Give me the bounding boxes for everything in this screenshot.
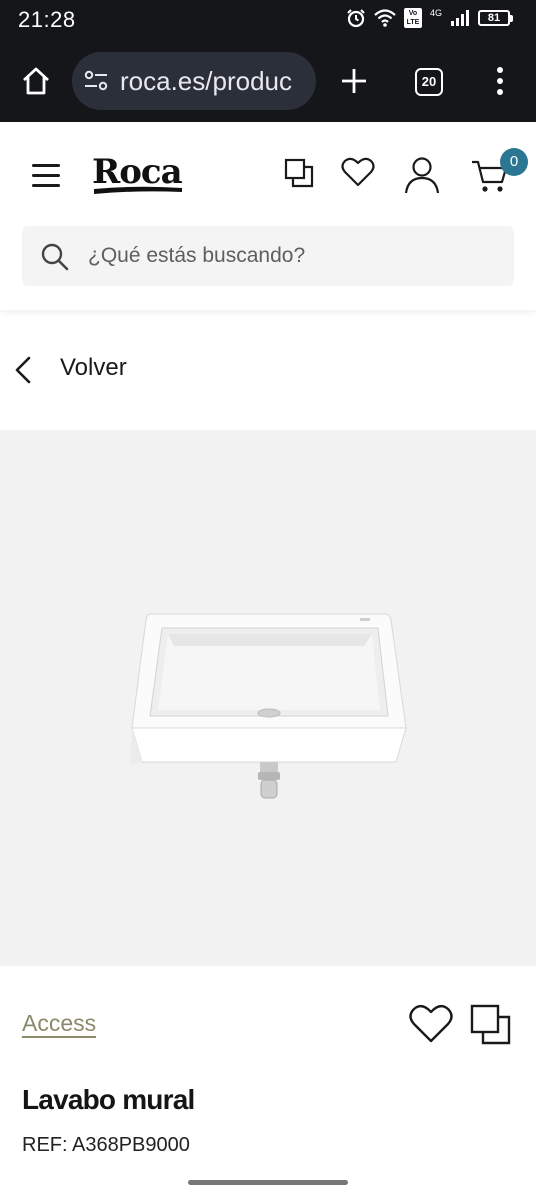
wifi-icon [374, 9, 396, 27]
status-bar: 21:28 Vo LTE 4G 81 [0, 0, 536, 42]
product-reference: REF: A368PB9000 [22, 1134, 190, 1156]
cart-count-badge: 0 [500, 148, 528, 176]
tab-switcher-button[interactable]: 20 [415, 68, 443, 96]
add-to-wishlist-icon[interactable] [408, 1004, 454, 1044]
compare-icon[interactable] [284, 158, 314, 188]
add-to-compare-icon[interactable] [470, 1004, 512, 1046]
alarm-icon [347, 9, 365, 28]
roca-logo[interactable]: Roca [92, 152, 184, 196]
logo-swash [94, 186, 182, 194]
volte-icon: Vo LTE [403, 8, 422, 28]
site-header: Roca 0 [0, 122, 536, 310]
signal-icon [451, 10, 469, 26]
home-icon[interactable] [20, 65, 52, 97]
home-indicator[interactable] [188, 1180, 348, 1185]
chevron-left-icon [15, 356, 31, 384]
status-time: 21:28 [18, 7, 76, 32]
network-type: 4G [429, 8, 442, 18]
battery-icon: 81 [478, 10, 513, 26]
search-bar[interactable] [22, 226, 514, 286]
address-bar[interactable]: roca.es/produc [72, 52, 316, 110]
wishlist-icon[interactable] [341, 156, 375, 188]
more-menu-icon[interactable] [494, 66, 506, 96]
product-title: Lavabo mural [22, 1084, 195, 1115]
back-link[interactable]: Volver [0, 340, 536, 400]
back-label: Volver [60, 354, 127, 381]
collection-link[interactable]: Access [22, 1010, 97, 1038]
account-icon[interactable] [404, 156, 440, 194]
site-settings-icon[interactable] [84, 70, 108, 92]
search-input[interactable] [88, 238, 488, 274]
new-tab-icon[interactable] [338, 65, 370, 97]
menu-icon[interactable] [32, 164, 60, 188]
search-icon [41, 243, 69, 271]
status-icons: Vo LTE 4G 81 [346, 8, 513, 28]
product-image[interactable] [0, 430, 536, 966]
browser-toolbar: roca.es/produc 20 [0, 42, 536, 122]
url-text: roca.es/produc [120, 66, 292, 96]
washbasin-image [130, 613, 407, 799]
